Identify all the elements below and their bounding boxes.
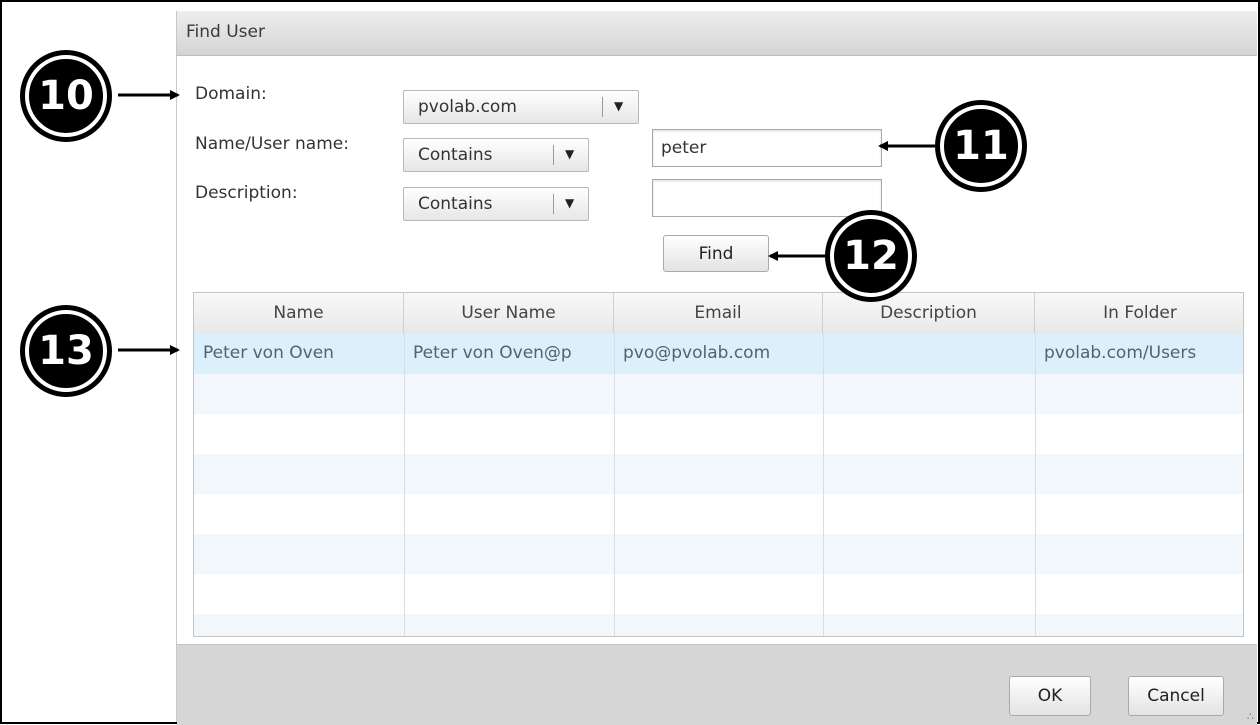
callout-12: 12 xyxy=(825,210,917,302)
callout-11: 11 xyxy=(935,100,1027,192)
callout-number: 12 xyxy=(843,233,899,279)
callout-13: 13 xyxy=(20,305,112,397)
annotation-arrows xyxy=(118,90,935,355)
callout-number: 10 xyxy=(38,73,94,119)
callout-number: 11 xyxy=(953,123,1009,169)
callout-number: 13 xyxy=(38,328,94,374)
callout-10: 10 xyxy=(20,50,112,142)
